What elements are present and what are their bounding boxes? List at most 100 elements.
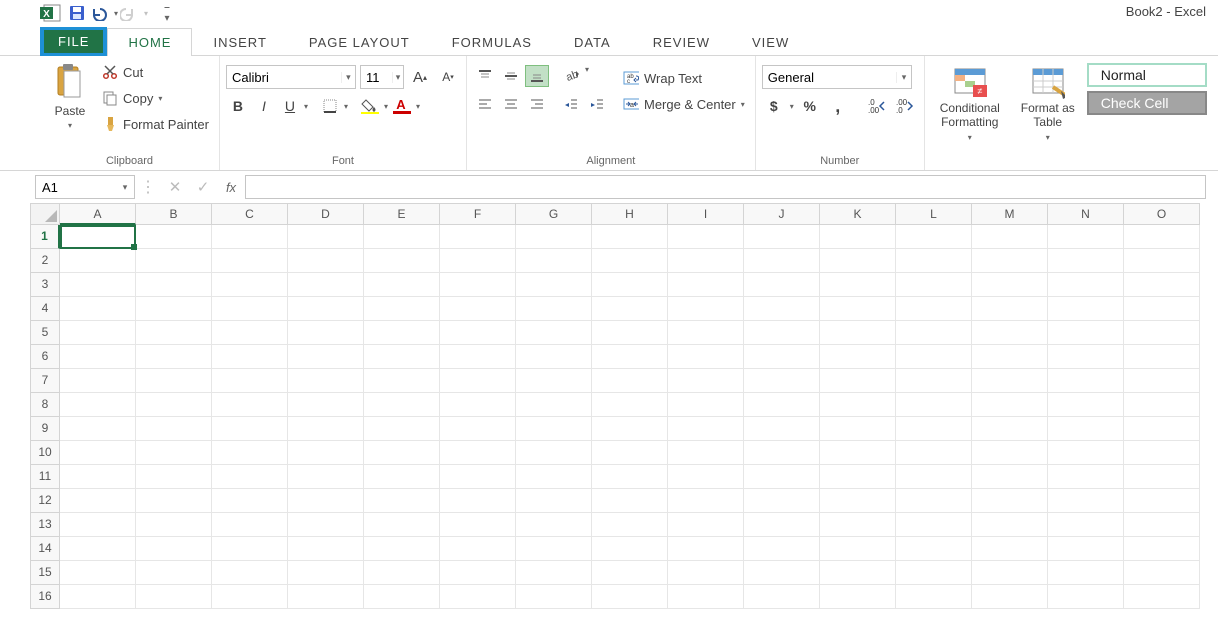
percent-icon[interactable]: %: [798, 95, 822, 117]
cell[interactable]: [440, 369, 516, 393]
cell[interactable]: [60, 537, 136, 561]
cell[interactable]: [136, 297, 212, 321]
cell[interactable]: [1124, 561, 1200, 585]
cell[interactable]: [288, 225, 364, 249]
align-bottom-icon[interactable]: [525, 65, 549, 87]
cell[interactable]: [744, 513, 820, 537]
cell[interactable]: [592, 297, 668, 321]
cell[interactable]: [668, 249, 744, 273]
row-header[interactable]: 13: [30, 513, 60, 537]
cell[interactable]: [288, 561, 364, 585]
cell[interactable]: [1124, 273, 1200, 297]
row-header[interactable]: 2: [30, 249, 60, 273]
cell[interactable]: [136, 273, 212, 297]
cell[interactable]: [288, 441, 364, 465]
cell[interactable]: [516, 585, 592, 609]
cell[interactable]: [60, 225, 136, 249]
cell[interactable]: [744, 273, 820, 297]
row-header[interactable]: 16: [30, 585, 60, 609]
merge-center-button[interactable]: a Merge & Center ▾: [619, 91, 749, 117]
cell[interactable]: [288, 465, 364, 489]
cell[interactable]: [592, 369, 668, 393]
cell[interactable]: [364, 465, 440, 489]
cell[interactable]: [744, 489, 820, 513]
align-left-icon[interactable]: [473, 93, 497, 115]
cell[interactable]: [212, 441, 288, 465]
row-header[interactable]: 6: [30, 345, 60, 369]
cell[interactable]: [668, 297, 744, 321]
cell[interactable]: [972, 537, 1048, 561]
cell[interactable]: [1048, 393, 1124, 417]
cell[interactable]: [212, 297, 288, 321]
font-size-input[interactable]: [361, 70, 392, 85]
cell[interactable]: [1048, 585, 1124, 609]
cell[interactable]: [516, 537, 592, 561]
font-size-combo[interactable]: ▾: [360, 65, 404, 89]
conditional-formatting-button[interactable]: ≠ Conditional Formatting▾: [931, 61, 1009, 142]
cell[interactable]: [668, 561, 744, 585]
cell[interactable]: [440, 513, 516, 537]
cell[interactable]: [440, 561, 516, 585]
cell[interactable]: [592, 249, 668, 273]
cell[interactable]: [440, 585, 516, 609]
cell[interactable]: [592, 489, 668, 513]
cell[interactable]: [820, 537, 896, 561]
cell[interactable]: [972, 345, 1048, 369]
cell[interactable]: [364, 393, 440, 417]
cell[interactable]: [1124, 537, 1200, 561]
row-header[interactable]: 8: [30, 393, 60, 417]
cell[interactable]: [288, 513, 364, 537]
cell[interactable]: [212, 513, 288, 537]
cell[interactable]: [212, 417, 288, 441]
cell[interactable]: [592, 441, 668, 465]
row-header[interactable]: 5: [30, 321, 60, 345]
row-header[interactable]: 3: [30, 273, 60, 297]
cell[interactable]: [288, 369, 364, 393]
cell[interactable]: [60, 513, 136, 537]
cell[interactable]: [972, 321, 1048, 345]
column-header[interactable]: G: [516, 203, 592, 225]
column-header[interactable]: M: [972, 203, 1048, 225]
cell[interactable]: [136, 393, 212, 417]
cell[interactable]: [744, 393, 820, 417]
cell[interactable]: [744, 561, 820, 585]
cell[interactable]: [516, 345, 592, 369]
cell[interactable]: [1048, 249, 1124, 273]
cell[interactable]: [744, 225, 820, 249]
cell[interactable]: [440, 297, 516, 321]
cell[interactable]: [516, 489, 592, 513]
number-format-input[interactable]: [763, 70, 897, 85]
cell[interactable]: [1124, 225, 1200, 249]
cell[interactable]: [212, 465, 288, 489]
cell[interactable]: [136, 369, 212, 393]
cell[interactable]: [440, 393, 516, 417]
column-header[interactable]: D: [288, 203, 364, 225]
cell[interactable]: [364, 321, 440, 345]
cell[interactable]: [364, 225, 440, 249]
tab-page-layout[interactable]: PAGE LAYOUT: [288, 28, 431, 56]
cell[interactable]: [592, 417, 668, 441]
cell[interactable]: [668, 225, 744, 249]
cell[interactable]: [820, 345, 896, 369]
cell[interactable]: [212, 393, 288, 417]
cell[interactable]: [516, 441, 592, 465]
cell[interactable]: [364, 417, 440, 441]
cell[interactable]: [972, 369, 1048, 393]
cell[interactable]: [212, 561, 288, 585]
formula-bar-input[interactable]: [245, 175, 1206, 199]
borders-dropdown[interactable]: ▾: [344, 102, 348, 111]
cell[interactable]: [516, 225, 592, 249]
cell[interactable]: [592, 321, 668, 345]
cell[interactable]: [516, 393, 592, 417]
cell[interactable]: [136, 465, 212, 489]
cell[interactable]: [136, 489, 212, 513]
cell[interactable]: [820, 249, 896, 273]
cell[interactable]: [136, 513, 212, 537]
cell[interactable]: [820, 441, 896, 465]
row-header[interactable]: 4: [30, 297, 60, 321]
cell[interactable]: [592, 585, 668, 609]
cell[interactable]: [364, 249, 440, 273]
cell[interactable]: [516, 321, 592, 345]
style-normal[interactable]: Normal: [1087, 63, 1207, 87]
column-header[interactable]: A: [60, 203, 136, 225]
